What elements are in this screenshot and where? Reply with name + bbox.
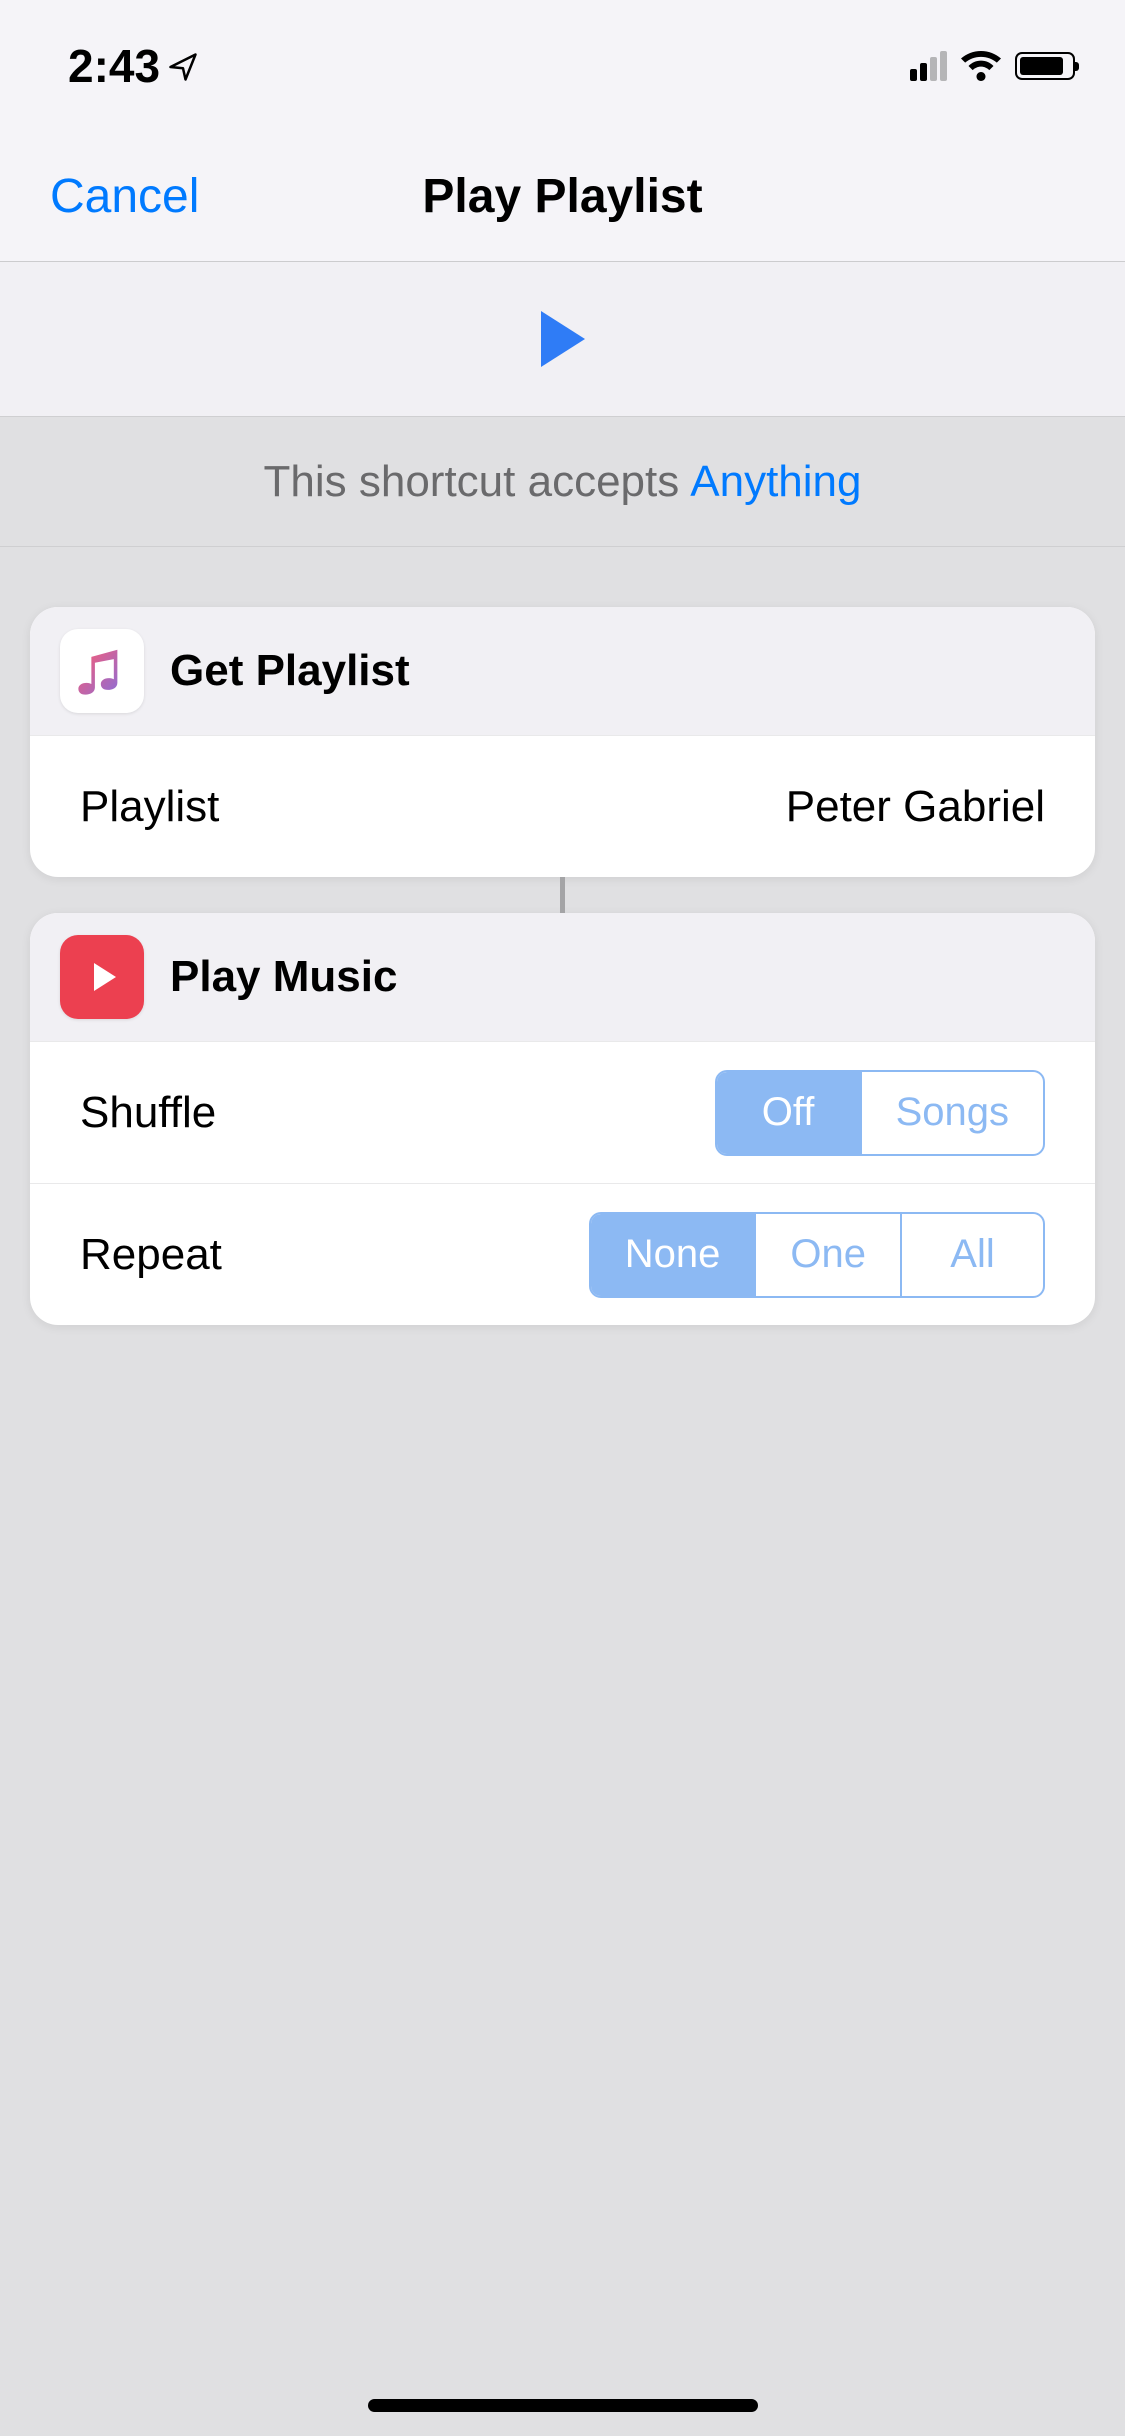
play-music-app-icon <box>60 935 144 1019</box>
accepts-row: This shortcut accepts Anything <box>0 417 1125 547</box>
playlist-row[interactable]: Playlist Peter Gabriel <box>30 735 1095 877</box>
action-header: Play Music <box>30 913 1095 1041</box>
repeat-none-segment[interactable]: None <box>591 1214 755 1296</box>
status-right <box>910 51 1075 81</box>
run-shortcut-button[interactable] <box>541 311 585 367</box>
repeat-row: Repeat None One All <box>30 1183 1095 1325</box>
repeat-label: Repeat <box>80 1230 222 1280</box>
repeat-all-segment[interactable]: All <box>900 1214 1043 1296</box>
home-indicator[interactable] <box>368 2399 758 2412</box>
playlist-label: Playlist <box>80 782 219 832</box>
shuffle-label: Shuffle <box>80 1088 216 1138</box>
shuffle-row: Shuffle Off Songs <box>30 1041 1095 1183</box>
playlist-value: Peter Gabriel <box>786 782 1045 832</box>
accepts-type-button[interactable]: Anything <box>690 457 861 507</box>
wifi-icon <box>961 51 1001 81</box>
action-connector <box>30 877 1095 913</box>
cellular-signal-icon <box>910 51 947 81</box>
status-time: 2:43 <box>68 39 198 93</box>
run-shortcut-row <box>0 262 1125 417</box>
battery-icon <box>1015 52 1075 80</box>
repeat-one-segment[interactable]: One <box>754 1214 900 1296</box>
action-header: Get Playlist <box>30 607 1095 735</box>
music-note-icon <box>77 645 127 697</box>
location-icon <box>168 39 198 93</box>
action-play-music[interactable]: Play Music Shuffle Off Songs Repeat None… <box>30 913 1095 1325</box>
workflow-content: Get Playlist Playlist Peter Gabriel Play… <box>0 547 1125 1325</box>
play-icon <box>541 311 585 367</box>
time-text: 2:43 <box>68 39 160 93</box>
music-app-icon <box>60 629 144 713</box>
play-icon <box>94 963 116 991</box>
accepts-prefix: This shortcut accepts <box>264 457 680 507</box>
navigation-bar: Cancel Play Playlist <box>0 132 1125 262</box>
shuffle-off-segment[interactable]: Off <box>717 1072 860 1154</box>
action-get-playlist[interactable]: Get Playlist Playlist Peter Gabriel <box>30 607 1095 877</box>
page-title: Play Playlist <box>422 169 702 224</box>
shuffle-songs-segment[interactable]: Songs <box>860 1072 1043 1154</box>
cancel-button[interactable]: Cancel <box>50 169 199 224</box>
repeat-segmented-control: None One All <box>589 1212 1045 1298</box>
shuffle-segmented-control: Off Songs <box>715 1070 1045 1156</box>
action-title: Get Playlist <box>170 646 410 696</box>
status-bar: 2:43 <box>0 0 1125 132</box>
action-title: Play Music <box>170 952 397 1002</box>
